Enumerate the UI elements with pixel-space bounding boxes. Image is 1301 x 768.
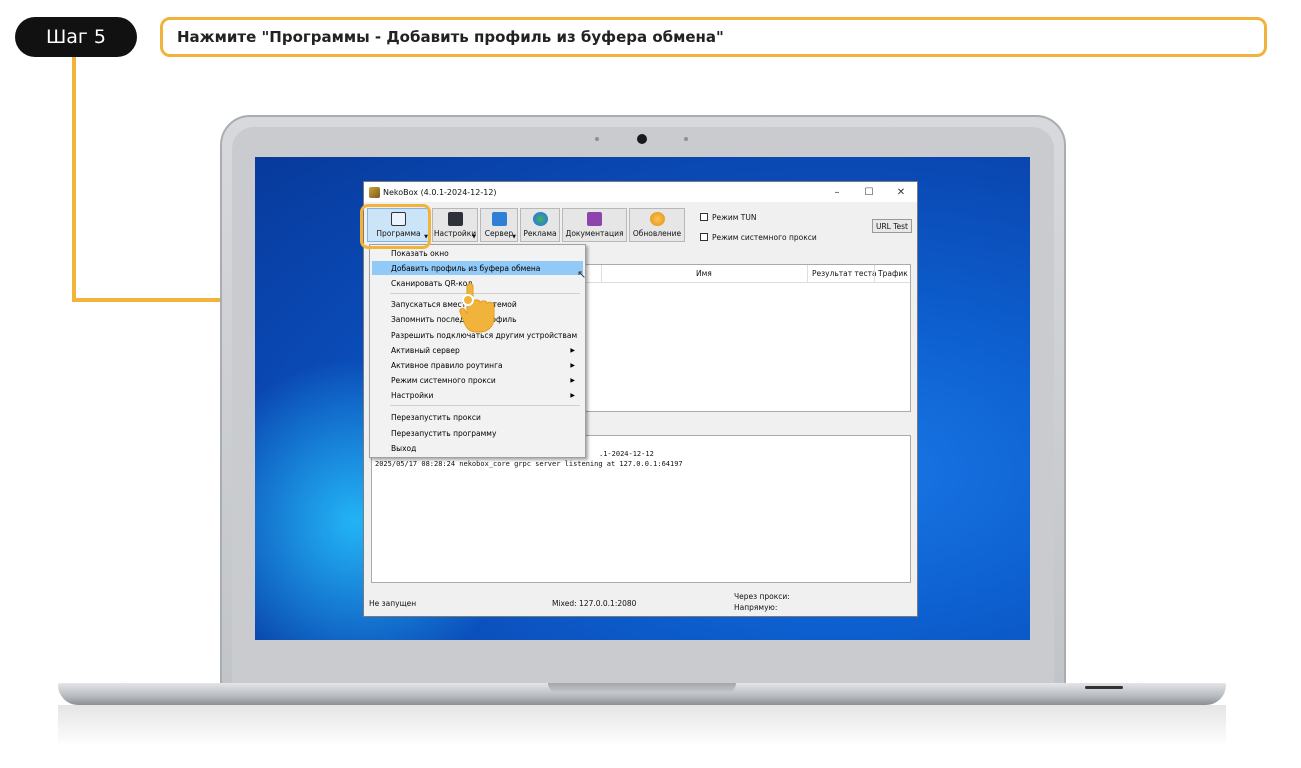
laptop-led xyxy=(1085,686,1123,689)
highlight-program-button xyxy=(360,204,431,249)
menu-item-settings[interactable]: Настройки ▶ xyxy=(372,388,583,402)
submenu-arrow-icon: ▶ xyxy=(570,361,575,369)
status-bar: Не запущен Mixed: 127.0.0.1:2080 Через п… xyxy=(369,589,914,617)
tun-mode-checkbox[interactable]: Режим TUN xyxy=(700,211,817,223)
menu-separator xyxy=(390,405,580,406)
status-direct: Напрямую: xyxy=(734,603,778,612)
system-proxy-checkbox[interactable]: Режим системного прокси xyxy=(700,231,817,243)
close-button[interactable]: ✕ xyxy=(885,182,917,202)
maximize-button[interactable]: ☐ xyxy=(853,182,885,202)
toolbar-docs-button[interactable]: Документация xyxy=(562,208,627,242)
update-icon xyxy=(649,212,665,226)
globe-icon xyxy=(532,212,548,226)
sensor-dot xyxy=(684,137,688,141)
menu-item-system-proxy-mode[interactable]: Режим системного прокси ▶ xyxy=(372,373,583,387)
status-state: Не запущен xyxy=(369,599,417,608)
menu-item-active-server[interactable]: Активный сервер ▶ xyxy=(372,343,583,357)
instruction-banner: Нажмите "Программы - Добавить профиль из… xyxy=(160,17,1267,57)
toolbar-update-button[interactable]: Обновление xyxy=(629,208,685,242)
sensor-dot xyxy=(595,137,599,141)
settings-icon xyxy=(447,212,463,226)
submenu-arrow-icon: ▶ xyxy=(570,346,575,354)
status-mixed: Mixed: 127.0.0.1:2080 xyxy=(552,599,637,608)
menu-item-add-profile-from-clipboard[interactable]: Добавить профиль из буфера обмена xyxy=(372,261,583,275)
submenu-arrow-icon: ▶ xyxy=(570,391,575,399)
callout-dot xyxy=(462,294,474,306)
status-via-proxy: Через прокси: xyxy=(734,592,790,601)
toolbar-ads-button[interactable]: Реклама xyxy=(520,208,560,242)
program-dropdown-menu: Показать окно Добавить профиль из буфера… xyxy=(369,244,586,458)
toolbar-server-button[interactable]: Сервер ▼ xyxy=(480,208,518,242)
doc-icon xyxy=(587,212,602,226)
toolbar-settings-button[interactable]: Настройки ▼ xyxy=(432,208,478,242)
caret-down-icon: ▼ xyxy=(472,234,476,240)
callout-line-vertical xyxy=(72,57,76,302)
url-test-button[interactable]: URL Test xyxy=(872,219,912,233)
minimize-button[interactable]: – xyxy=(821,182,853,202)
menu-item-active-routing[interactable]: Активное правило роутинга ▶ xyxy=(372,358,583,372)
window-title: NekoBox (4.0.1-2024-12-12) xyxy=(383,187,497,197)
menu-item-restart-proxy[interactable]: Перезапустить прокси xyxy=(372,410,583,424)
laptop-shadow xyxy=(58,705,1226,747)
caret-down-icon: ▼ xyxy=(512,234,516,240)
menu-item-exit[interactable]: Выход xyxy=(372,441,583,455)
nekobox-app-icon xyxy=(369,186,380,198)
col-test-result[interactable]: Результат теста xyxy=(812,269,877,278)
checkbox-icon xyxy=(700,233,708,241)
checkbox-icon xyxy=(700,213,708,221)
pointing-hand-icon xyxy=(459,283,495,333)
server-icon xyxy=(491,212,507,226)
webcam-icon xyxy=(637,134,647,144)
col-traffic[interactable]: Трафик xyxy=(878,269,908,278)
step-badge: Шаг 5 xyxy=(15,17,137,57)
laptop-notch xyxy=(548,683,736,693)
menu-item-restart-program[interactable]: Перезапустить программу xyxy=(372,426,583,440)
title-bar: NekoBox (4.0.1-2024-12-12) – ☐ ✕ xyxy=(364,182,917,202)
col-name[interactable]: Имя xyxy=(696,269,712,278)
mouse-cursor-icon: ↖ xyxy=(577,269,587,281)
log-line: 2025/05/17 08:28:24 nekobox_core grpc se… xyxy=(375,460,683,468)
submenu-arrow-icon: ▶ xyxy=(570,376,575,384)
